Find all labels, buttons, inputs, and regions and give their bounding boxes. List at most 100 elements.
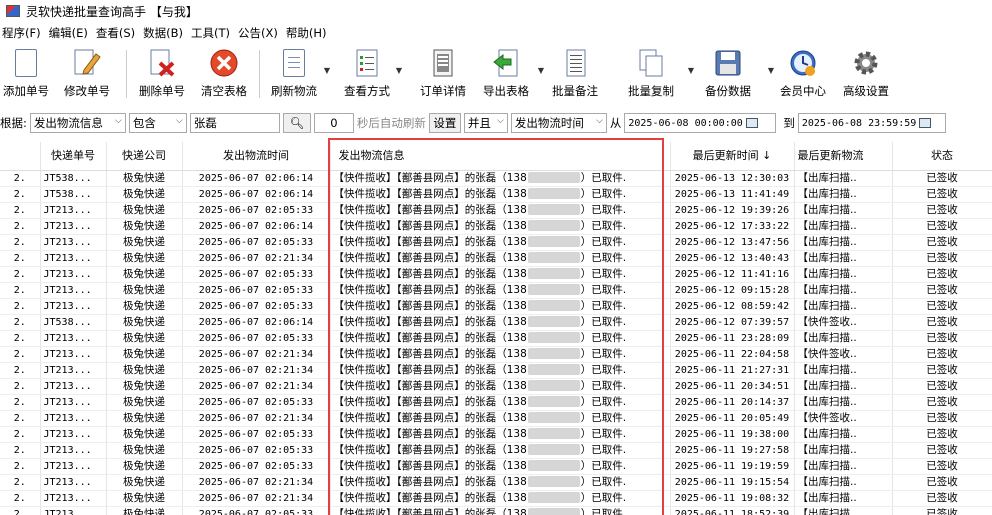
redacted-phone <box>527 396 580 407</box>
time-field-select[interactable]: 发出物流时间 ⌵ <box>510 113 607 133</box>
keyword-input[interactable]: 张磊 <box>189 113 280 133</box>
table-row[interactable]: 2. JT213... 极兔快递 2025-06-07 02:21:34 【快件揽收】【… <box>0 346 992 363</box>
filter-operator-select[interactable]: 包含 ⌵ <box>128 113 187 133</box>
dispatch-time-cell: 2025-06-07 02:21:34 <box>182 474 331 491</box>
chevron-down-icon[interactable]: ▼ <box>396 66 402 75</box>
tracking-number-cell: JT213... <box>40 362 107 379</box>
menu-view[interactable]: 查看(S) <box>96 25 135 41</box>
chevron-down-icon: ⌵ <box>497 116 504 126</box>
order-detail-button[interactable]: 订单详情 <box>410 44 476 104</box>
table-row[interactable]: 2. JT213... 极兔快递 2025-06-07 02:05:33 【快件揽收】【… <box>0 394 992 411</box>
redacted-phone <box>527 412 580 423</box>
table-row[interactable]: 2. JT213... 极兔快递 2025-06-07 02:05:33 【快件揽收】【… <box>0 458 992 475</box>
menu-tools[interactable]: 工具(T) <box>191 25 230 41</box>
dispatch-info-cell: 【快件揽收】【鄯善县网点】的张磊（138 ）已取件. <box>330 202 671 219</box>
search-button[interactable]: 🔍︎ <box>282 113 311 133</box>
redacted-phone <box>527 316 580 327</box>
column-header-status[interactable]: 状态 <box>892 142 992 171</box>
redacted-phone <box>527 268 580 279</box>
last-update-logistics-cell: 【快件签收.. <box>794 346 893 363</box>
table-row[interactable]: 2. JT213... 极兔快递 2025-06-07 02:06:14 【快件揽收】【… <box>0 218 992 235</box>
member-center-button[interactable]: 会员中心 <box>768 44 838 104</box>
calendar-icon[interactable] <box>919 118 932 128</box>
table-row[interactable]: 2. JT213... 极兔快递 2025-06-07 02:21:34 【快件揽收】【… <box>0 474 992 491</box>
logic-value: 并且 <box>467 116 491 130</box>
table-row[interactable]: 2. JT213... 极兔快递 2025-06-07 02:21:34 【快件揽收】【… <box>0 362 992 379</box>
export-table-button[interactable]: 导出表格 ▼ <box>476 44 544 104</box>
calendar-icon[interactable] <box>745 118 758 128</box>
add-number-button[interactable]: 添加单号 <box>0 44 52 104</box>
column-header-last-update-time[interactable]: 最后更新时间 ↓ <box>670 142 795 171</box>
redacted-phone <box>527 172 580 183</box>
batch-copy-button[interactable]: 批量复制 ▼ <box>614 44 694 104</box>
status-cell: 已签收 <box>892 234 992 251</box>
dispatch-info-suffix: ）已取件. <box>580 411 627 424</box>
dispatch-info-text: 【快件揽收】【鄯善县网点】的张磊（138 <box>333 267 527 280</box>
dispatch-info-suffix: ）已取件. <box>580 187 627 200</box>
batch-note-button[interactable]: 批量备注 <box>536 44 614 104</box>
delete-number-button[interactable]: 删除单号 <box>131 44 193 104</box>
refresh-seconds-input[interactable]: 0 <box>313 113 354 133</box>
table-row[interactable]: 2. JT213... 极兔快递 2025-06-07 02:05:33 【快件揽收】【… <box>0 202 992 219</box>
refresh-logistics-label: 刷新物流 <box>271 84 317 98</box>
dispatch-info-suffix: ）已取件. <box>580 443 627 456</box>
table-row[interactable]: 2. JT213... 极兔快递 2025-06-07 02:05:33 【快件揽收】【… <box>0 442 992 459</box>
last-update-time-cell: 2025-06-12 13:40:43 <box>670 250 795 267</box>
table-row[interactable]: 2. JT213... 极兔快递 2025-06-07 02:05:33 【快件揽收】【… <box>0 282 992 299</box>
tracking-number-cell: JT213... <box>40 410 107 427</box>
to-datetime-picker[interactable]: 2025-06-08 23:59:59 <box>797 113 946 133</box>
refresh-logistics-button[interactable]: 刷新物流 ▼ <box>264 44 330 104</box>
table-row[interactable]: 2. JT213... 极兔快递 2025-06-07 02:05:33 【快件揽收】【… <box>0 234 992 251</box>
logic-select[interactable]: 并且 ⌵ <box>463 113 508 133</box>
column-header-dispatch-time[interactable]: 发出物流时间 <box>182 142 331 171</box>
dispatch-info-text: 【快件揽收】【鄯善县网点】的张磊（138 <box>333 363 527 376</box>
dispatch-info-suffix: ）已取件. <box>580 379 627 392</box>
clear-table-button[interactable]: 清空表格 <box>193 44 255 104</box>
table-row[interactable]: 2. JT538... 极兔快递 2025-06-07 02:06:14 【快件揽收】【… <box>0 186 992 203</box>
backup-data-button[interactable]: 备份数据 ▼ <box>688 44 774 104</box>
table-row[interactable]: 2. JT213... 极兔快递 2025-06-07 02:05:33 【快件揽收】【… <box>0 298 992 315</box>
dispatch-time-cell: 2025-06-07 02:05:33 <box>182 330 331 347</box>
table-row[interactable]: 2. JT213... 极兔快递 2025-06-07 02:21:34 【快件揽收】【… <box>0 490 992 507</box>
dispatch-info-suffix: ）已取件. <box>580 507 627 515</box>
table-row[interactable]: 2. JT213... 极兔快递 2025-06-07 02:21:34 【快件揽收】【… <box>0 250 992 267</box>
menu-program[interactable]: 程序(F) <box>2 25 41 41</box>
table-row[interactable]: 2. JT538... 极兔快递 2025-06-07 02:06:14 【快件揽收】【… <box>0 170 992 187</box>
table-row[interactable]: 2. JT538... 极兔快递 2025-06-07 02:06:14 【快件揽收】【… <box>0 314 992 331</box>
batch-note-icon <box>560 48 590 78</box>
table-row[interactable]: 2. JT213... 极兔快递 2025-06-07 02:05:33 【快件揽收】【… <box>0 330 992 347</box>
settings-button[interactable]: 设置 <box>428 113 461 133</box>
column-header-last-update-logistics[interactable]: 最后更新物流 <box>794 142 893 171</box>
menu-help[interactable]: 帮助(H) <box>286 25 327 41</box>
advanced-settings-button[interactable]: 高级设置 <box>838 44 894 104</box>
column-header-courier[interactable]: 快递公司 <box>106 142 183 171</box>
export-arrow-icon <box>491 48 521 78</box>
menu-notice[interactable]: 公告(X) <box>238 25 278 41</box>
table-row[interactable]: 2. JT213... 极兔快递 2025-06-07 02:21:34 【快件揽收】【… <box>0 378 992 395</box>
edit-number-button[interactable]: 修改单号 <box>52 44 122 104</box>
dispatch-time-cell: 2025-06-07 02:21:34 <box>182 362 331 379</box>
table-row[interactable]: 2. JT213 极兔快递 2025-06-07 02:05:33 【快件揽收】【鄯善县… <box>0 506 992 515</box>
to-label: 到 <box>783 116 795 130</box>
from-datetime-picker[interactable]: 2025-06-08 00:00:00 <box>624 113 777 133</box>
dispatch-time-cell: 2025-06-07 02:21:34 <box>182 378 331 395</box>
clear-table-label: 清空表格 <box>201 84 247 98</box>
last-update-logistics-cell: 【出库扫描.. <box>794 282 893 299</box>
auto-refresh-label: 秒后自动刷新 <box>356 116 426 130</box>
menu-edit[interactable]: 编辑(E) <box>49 25 88 41</box>
last-update-time-cell: 2025-06-11 19:15:54 <box>670 474 795 491</box>
dispatch-time-cell: 2025-06-07 02:06:14 <box>182 218 331 235</box>
table-row[interactable]: 2. JT213... 极兔快递 2025-06-07 02:05:33 【快件揽收】【… <box>0 266 992 283</box>
column-header-tracking-number[interactable]: 快递单号 <box>40 142 107 171</box>
member-center-label: 会员中心 <box>780 84 826 98</box>
column-header-dispatch-info[interactable]: 发出物流信息 <box>330 142 671 171</box>
courier-cell: 极兔快递 <box>106 234 183 251</box>
refresh-document-icon <box>279 48 309 78</box>
filter-field-select[interactable]: 发出物流信息 ⌵ <box>29 113 126 133</box>
column-header-index[interactable] <box>0 142 41 171</box>
view-mode-button[interactable]: 查看方式 ▼ <box>324 44 410 104</box>
table-row[interactable]: 2. JT213... 极兔快递 2025-06-07 02:05:33 【快件揽收】【… <box>0 426 992 443</box>
dispatch-info-text: 【快件揽收】【鄯善县网点】的张磊（138 <box>333 299 527 312</box>
menu-data[interactable]: 数据(B) <box>143 25 183 41</box>
table-row[interactable]: 2. JT213... 极兔快递 2025-06-07 02:21:34 【快件揽收】【… <box>0 410 992 427</box>
